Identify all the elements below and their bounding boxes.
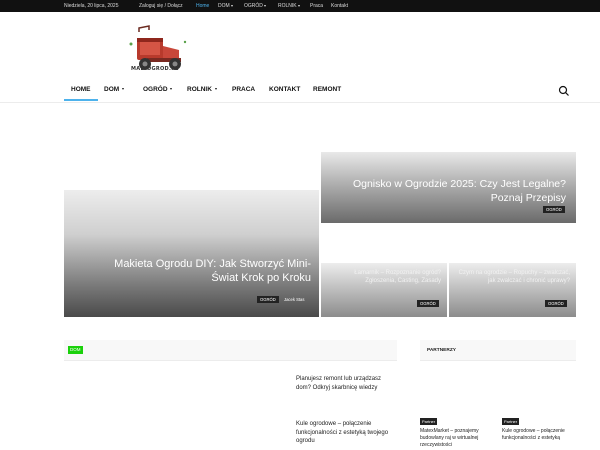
chevron-down-icon — [230, 4, 233, 7]
main-nav: HOME DOM OGRÓD ROLNIK PRACA KONTAKT REMO… — [64, 80, 576, 102]
hero-tile-main[interactable]: Makieta Ogrodu DIY: Jak Stworzyć Mini-Św… — [64, 190, 319, 317]
current-date: Niedziela, 20 lipca, 2025 — [64, 3, 119, 9]
partner-badge[interactable]: Partner — [420, 418, 438, 425]
nav-item-kontakt[interactable]: KONTAKT — [269, 86, 300, 93]
hero-main-title[interactable]: Makieta Ogrodu DIY: Jak Stworzyć Mini-Św… — [91, 257, 311, 285]
topbar-link-ogrod[interactable]: OGRÓD — [244, 2, 266, 10]
section-badge-dom[interactable]: DOM — [68, 346, 83, 354]
sidebar-post-title[interactable]: MatexMarket – poznajemy budowlany raj w … — [420, 428, 494, 449]
hero-top-title[interactable]: Ognisko w Ogrodzie 2025: Czy Jest Legaln… — [336, 177, 566, 205]
topbar-link-rolnik[interactable]: ROLNIK — [278, 2, 300, 10]
login-link[interactable]: Zaloguj się / Dołącz — [139, 2, 183, 10]
nav-item-remont[interactable]: REMONT — [313, 86, 341, 93]
article-title[interactable]: Planujesz remont lub urządzasz dom? Odkr… — [296, 375, 396, 392]
chevron-down-icon — [121, 88, 124, 91]
partner-badge[interactable]: Partner — [502, 418, 520, 425]
search-icon[interactable] — [558, 85, 570, 97]
topbar-link-dom[interactable]: DOM — [218, 2, 233, 10]
author-name[interactable]: Jacek Stas — [284, 297, 304, 302]
sidebar-post-title[interactable]: Kule ogrodowe – połączenie funkcjonalnoś… — [502, 428, 576, 442]
topbar-link-praca[interactable]: Praca — [310, 2, 323, 10]
sidebar-heading: PARTNERZY — [427, 348, 456, 353]
nav-item-rolnik[interactable]: ROLNIK — [187, 86, 217, 93]
section-header — [64, 340, 397, 361]
logo-text: MALYOGROD.PL — [131, 66, 179, 72]
chevron-down-icon — [214, 88, 217, 91]
nav-divider — [0, 102, 600, 103]
nav-active-indicator — [64, 99, 98, 101]
hero-tile-small-1[interactable]: Łamarnik – Rozpoznanie ogród? Zgłoszenia… — [321, 263, 447, 317]
topbar-link-kontakt[interactable]: Kontakt — [331, 2, 348, 10]
nav-item-praca[interactable]: PRACA — [232, 86, 255, 93]
category-badge[interactable]: OGRÓD — [417, 300, 439, 307]
article-title[interactable]: Kule ogrodowe – połączenie funkcjonalnoś… — [296, 420, 396, 446]
chevron-down-icon — [297, 4, 300, 7]
hero-small1-title[interactable]: Łamarnik – Rozpoznanie ogród? Zgłoszenia… — [329, 269, 441, 285]
chevron-down-icon — [263, 4, 266, 7]
category-badge[interactable]: OGRÓD — [545, 300, 567, 307]
nav-item-home[interactable]: HOME — [71, 86, 91, 93]
topbar-link-home[interactable]: Home — [196, 2, 209, 10]
hero-small2-title[interactable]: Czym na ogrodzie – Ropuchy – zwalczać, j… — [458, 269, 570, 285]
hero-tile-small-2[interactable]: Czym na ogrodzie – Ropuchy – zwalczać, j… — [449, 263, 576, 317]
top-bar: Niedziela, 20 lipca, 2025 Zaloguj się / … — [0, 0, 600, 12]
category-badge[interactable]: OGRÓD — [257, 296, 279, 303]
nav-item-ogrod[interactable]: OGRÓD — [143, 86, 173, 93]
category-badge[interactable]: OGRÓD — [543, 206, 565, 213]
chevron-down-icon — [170, 88, 173, 91]
hero-tile-top[interactable]: Ognisko w Ogrodzie 2025: Czy Jest Legaln… — [321, 152, 576, 223]
nav-item-dom[interactable]: DOM — [104, 86, 124, 93]
